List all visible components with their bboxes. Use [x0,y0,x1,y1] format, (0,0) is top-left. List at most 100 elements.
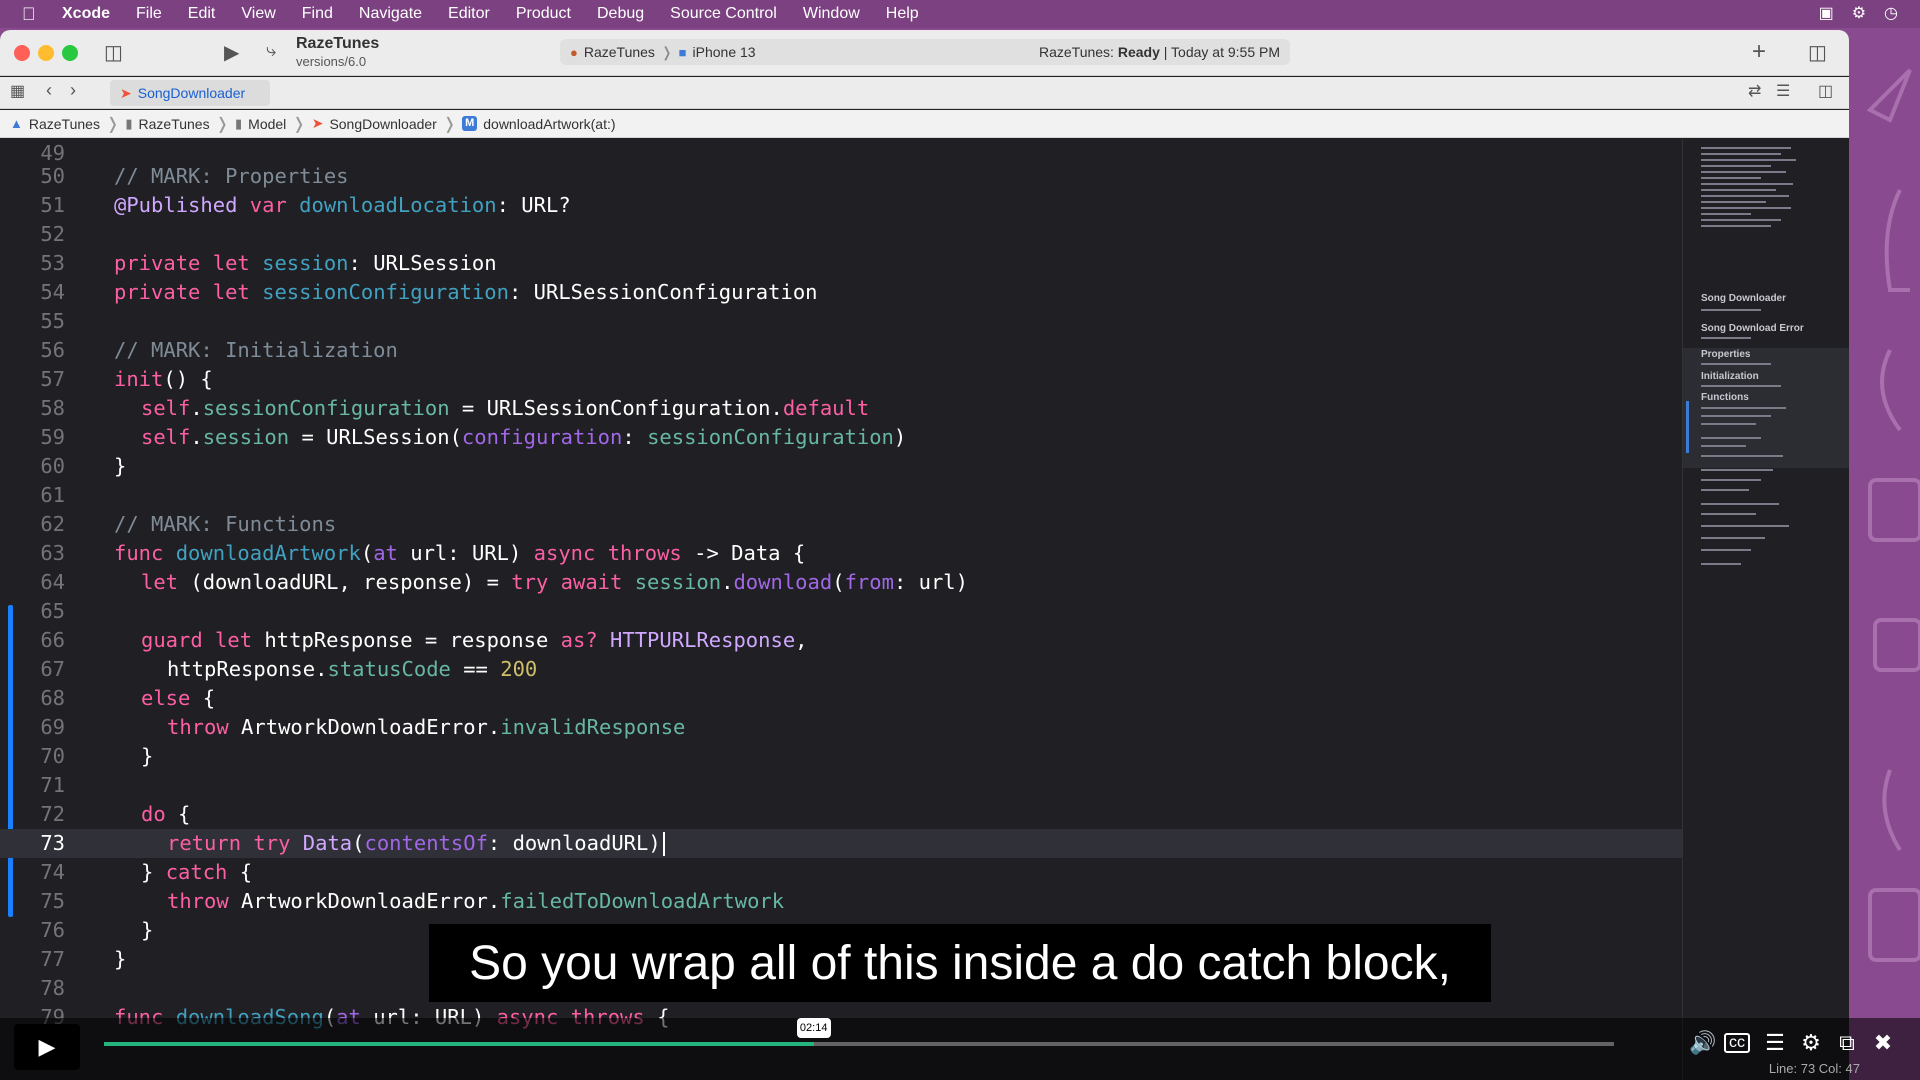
zoom-window-button[interactable] [62,45,78,61]
exit-fullscreen-icon[interactable]: ✖ [1868,1030,1898,1056]
scheme-separator-icon: ❭ [660,43,673,60]
menu-window[interactable]: Window [803,5,860,23]
code-keyword: async throws [533,541,682,565]
minimap-code-line [1701,385,1781,387]
code-plain: ArtworkDownloadError. [228,715,501,739]
breadcrumb-method[interactable]: M downloadArtwork(at:) [462,116,616,132]
play-icon[interactable]: ▶ [224,40,239,65]
minimap-code-line [1701,171,1786,173]
back-chevron-icon[interactable]: ‹ [46,80,52,101]
code-keyword: throw [167,715,229,739]
picture-in-picture-icon[interactable]: ⧉ [1832,1030,1862,1056]
line-number: 76 [40,918,65,942]
closed-captions-icon[interactable]: cc [1724,1033,1750,1053]
code-plain: (downloadURL, response) = [178,570,512,594]
line-number: 59 [40,425,65,449]
mark-comment: // MARK: Initialization [114,338,398,362]
breadcrumb-file[interactable]: ➤ SongDownloader [312,115,437,132]
current-code-line: 73 return try Data(contentsOf: downloadUR… [0,829,1682,858]
plus-icon[interactable]: + [1752,38,1766,66]
code-line: 70} [0,742,1682,771]
menu-edit[interactable]: Edit [188,5,216,23]
code-property: sessionConfiguration [202,396,450,420]
minimap-code-line [1701,513,1756,515]
code-number: 200 [500,657,538,681]
sidebar-toggle-icon[interactable]: ◫ [104,40,123,65]
breadcrumb-project[interactable]: ▲ RazeTunes [10,116,100,132]
minimap-mark-functions[interactable]: Functions [1701,392,1749,403]
menu-product[interactable]: Product [516,5,571,23]
clock-icon[interactable]: ◷ [1884,3,1898,23]
video-play-button[interactable]: ▶ [14,1024,80,1070]
breadcrumb-group[interactable]: ▮ RazeTunes [125,116,209,132]
build-status-time: | Today at 9:55 PM [1163,44,1280,60]
activity-viewer: ● RazeTunes ❭ ■ iPhone 13 RazeTunes: Rea… [560,39,1290,65]
code-property: session [202,425,290,449]
code-plain: , [795,628,808,652]
minimize-window-button[interactable] [38,45,54,61]
settings-gear-icon[interactable]: ⚙ [1796,1030,1826,1056]
close-window-button[interactable] [14,45,30,61]
build-status-state: Ready [1117,44,1160,60]
line-number: 68 [40,686,65,710]
branch-icon: ⤷ [266,40,277,60]
menu-navigate[interactable]: Navigate [359,5,422,23]
minimap-mark-initialization[interactable]: Initialization [1701,371,1759,382]
forward-chevron-icon[interactable]: › [70,80,76,101]
minimap-code-line [1701,479,1761,481]
code-argument-label: configuration [461,425,623,449]
code-text: init() { [114,365,213,394]
transcript-icon[interactable]: ☰ [1760,1030,1790,1056]
menu-debug[interactable]: Debug [597,5,644,23]
screen-record-icon[interactable]: ▣ [1819,3,1834,23]
swift-file-icon: ➤ [120,84,132,101]
menu-file[interactable]: File [136,5,162,23]
video-progress-bar[interactable]: 02:14 [104,1018,1614,1046]
breadcrumb-label: RazeTunes [138,115,210,132]
menu-source-control[interactable]: Source Control [670,5,777,23]
mark-comment: // MARK: Functions [114,512,337,536]
code-keyword: private let [114,280,263,304]
code-plain: ( [352,831,365,855]
menu-help[interactable]: Help [886,5,919,23]
code-declaration: downloadArtwork [175,541,361,565]
refresh-icon[interactable]: ⇄ [1748,81,1761,101]
code-property: statusCode [327,657,451,681]
volume-icon[interactable]: 🔊 [1688,1030,1718,1056]
build-status-project: RazeTunes: [1038,44,1114,60]
code-plain: url: URL) [397,541,534,565]
menu-editor[interactable]: Editor [448,5,490,23]
control-center-icon[interactable]: ⚙ [1852,3,1866,23]
menu-view[interactable]: View [241,5,275,23]
minimap-mark-song-download-error[interactable]: Song Download Error [1701,323,1804,334]
scheme-app-icon: ● [570,44,578,60]
text-cursor [662,832,665,856]
apple-logo-icon[interactable]:  [22,4,42,25]
code-type: HTTPURLResponse [610,628,796,652]
code-text: else { [141,684,215,713]
folder-icon: ▮ [235,115,243,131]
code-text: @Published var downloadLocation: URL? [114,191,571,220]
minimap-mark-song-downloader[interactable]: Song Downloader [1701,293,1786,304]
video-player-controls: ▶ 02:14 🔊 cc ☰ ⚙ ⧉ ✖ Line: 73 Col: 47 [0,1018,1920,1080]
minimap-mark-properties[interactable]: Properties [1701,349,1750,360]
tab-songdownloader[interactable]: ➤ SongDownloader [110,80,270,106]
editor-options-icon[interactable]: ☰ [1776,81,1790,101]
project-branch[interactable]: versions/6.0 [296,54,366,69]
device-selector[interactable]: iPhone 13 [693,44,756,60]
minimap-code-line [1701,503,1779,505]
scheme-selector[interactable]: RazeTunes [584,44,655,60]
minimap-code-line [1701,147,1791,149]
breadcrumb-model[interactable]: ▮ Model [235,116,286,132]
inspector-toggle-icon[interactable]: ◫ [1808,40,1827,65]
code-plain: } [114,947,127,971]
minimap[interactable]: Song Downloader Song Download Error Prop… [1682,139,1849,1080]
code-plain: == [450,657,501,681]
code-text: return try Data(contentsOf: downloadURL) [167,829,665,858]
menu-app-xcode[interactable]: Xcode [62,5,110,23]
split-editor-icon[interactable]: ◫ [1818,81,1833,101]
grid-icon[interactable]: ▦ [10,81,25,101]
menu-find[interactable]: Find [302,5,333,23]
code-keyword: catch [165,860,228,884]
code-plain: : url) [893,570,968,594]
